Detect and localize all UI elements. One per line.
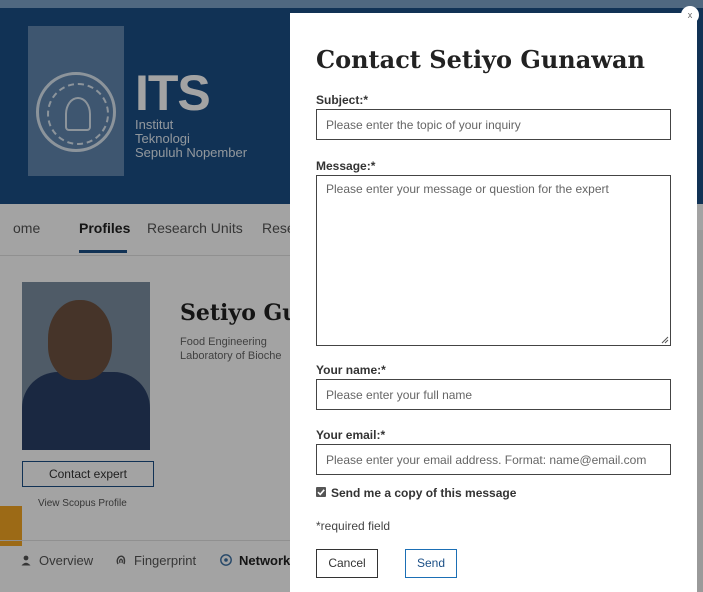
message-textarea[interactable] [316,175,671,346]
resize-grip-icon[interactable] [660,335,669,344]
copy-checkbox-label[interactable]: Send me a copy of this message [331,486,516,500]
contact-modal: Contact Setiyo Gunawan Subject:* Message… [290,13,697,592]
cancel-button[interactable]: Cancel [316,549,378,578]
name-label: Your name:* [316,363,386,377]
close-button[interactable]: x [681,6,699,24]
copy-checkbox[interactable] [316,487,326,497]
email-input[interactable] [316,444,671,475]
send-button[interactable]: Send [405,549,457,578]
email-label: Your email:* [316,428,386,442]
modal-title: Contact Setiyo Gunawan [316,45,645,74]
subject-input[interactable] [316,109,671,140]
required-field-note: *required field [316,519,391,533]
subject-label: Subject:* [316,93,369,107]
name-input[interactable] [316,379,671,410]
checkmark-icon [317,489,325,496]
message-label: Message:* [316,159,376,173]
